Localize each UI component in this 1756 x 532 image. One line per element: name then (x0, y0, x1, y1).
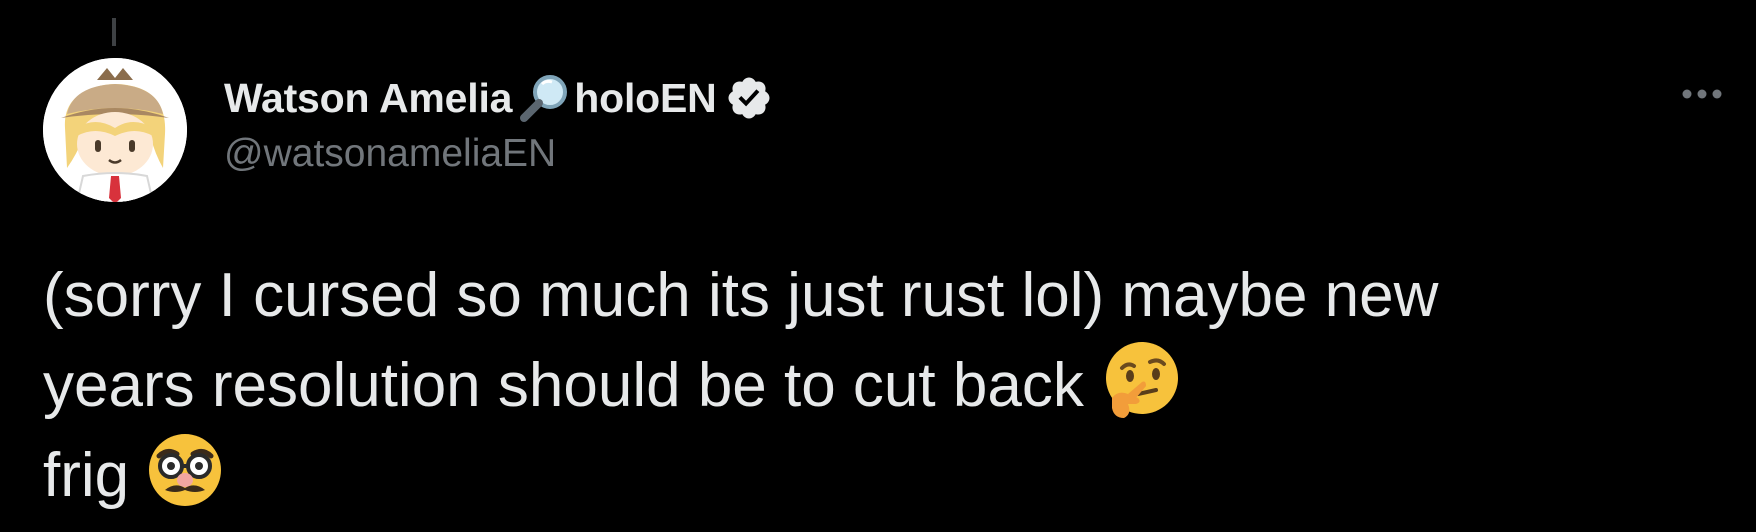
more-options-button[interactable] (1674, 78, 1730, 114)
author-block: Watson Amelia holoEN @watsonameliaEN (224, 70, 773, 176)
tweet-text-segment: years resolution should be to cut back (43, 351, 1084, 420)
tweet-text-line-3: frig (43, 428, 1713, 518)
more-options-icon (1680, 87, 1724, 105)
avatar[interactable] (43, 58, 187, 202)
avatar-image (43, 58, 187, 202)
author-handle[interactable]: @watsonameliaEN (224, 132, 773, 176)
thinking-face-emoji (1098, 338, 1182, 422)
tweet-text-segment: frig (43, 441, 130, 510)
tweet-text-line-1: (sorry I cursed so much its just rust lo… (43, 254, 1713, 338)
author-display-name[interactable]: Watson Amelia (224, 75, 512, 122)
tweet-text-line-2: years resolution should be to cut back (43, 338, 1713, 428)
thread-connector-line (112, 18, 116, 46)
disguised-face-emoji (143, 428, 227, 512)
author-name-row[interactable]: Watson Amelia holoEN (224, 70, 773, 126)
tweet-text: (sorry I cursed so much its just rust lo… (43, 254, 1713, 518)
magnifying-glass-icon (516, 70, 572, 126)
tweet-text-segment: (sorry I cursed so much its just rust lo… (43, 261, 1439, 330)
verified-badge-icon[interactable] (725, 74, 773, 122)
tweet-card: Watson Amelia holoEN @watsonameliaEN (so… (0, 0, 1756, 532)
author-name-suffix[interactable]: holoEN (574, 75, 716, 122)
